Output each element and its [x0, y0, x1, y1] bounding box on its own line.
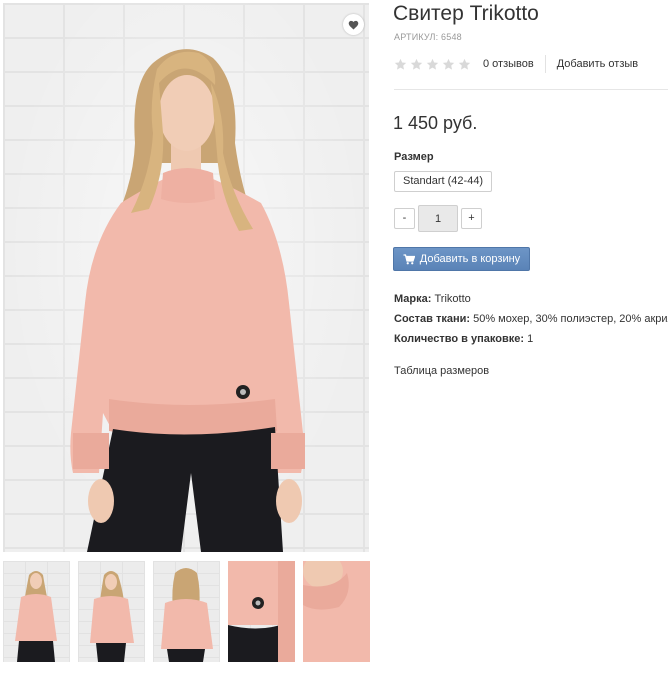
- star-icon: [410, 58, 423, 70]
- product-title: Свитер Trikotto: [393, 2, 539, 25]
- attribute-brand: Марка: Trikotto: [394, 292, 668, 312]
- rating-row: 0 отзывов Добавить отзыв: [394, 55, 638, 73]
- star-icon: [426, 58, 439, 70]
- attribute-label: Состав ткани:: [394, 313, 471, 325]
- attribute-value: 1: [527, 333, 534, 345]
- star-icon: [394, 58, 407, 70]
- reviews-count[interactable]: 0 отзывов: [483, 58, 534, 70]
- attribute-value: Trikotto: [434, 293, 471, 305]
- add-to-cart-button[interactable]: Добавить в корзину: [393, 247, 530, 271]
- thumbnail-strip: [3, 561, 373, 663]
- model-figure: [70, 49, 305, 552]
- thumbnail-4[interactable]: [228, 561, 295, 662]
- star-icon: [458, 58, 471, 70]
- star-icon: [442, 58, 455, 70]
- quantity-stepper: - +: [394, 205, 482, 232]
- attribute-label: Количество в упаковке:: [394, 333, 524, 345]
- section-divider: [394, 89, 668, 90]
- attribute-pack-quantity: Количество в упаковке: 1: [394, 332, 668, 352]
- size-option-button[interactable]: Standart (42-44): [394, 171, 493, 192]
- sku-label: АРТИКУЛ:: [394, 32, 439, 42]
- product-attributes: Марка: Trikotto Состав ткани: 50% мохер,…: [394, 292, 668, 352]
- size-table-link[interactable]: Таблица размеров: [394, 365, 489, 377]
- thumbnail-2[interactable]: [78, 561, 145, 662]
- cart-icon: [403, 253, 415, 264]
- thumbnail-1[interactable]: [3, 561, 70, 662]
- sku-value: 6548: [441, 32, 462, 42]
- attribute-label: Марка:: [394, 293, 432, 305]
- add-to-cart-label: Добавить в корзину: [419, 253, 521, 265]
- attribute-value: 50% мохер, 30% полиэстер, 20% акрил: [473, 313, 668, 325]
- thumbnail-5[interactable]: [303, 561, 370, 662]
- attribute-composition: Состав ткани: 50% мохер, 30% полиэстер, …: [394, 312, 668, 332]
- product-price: 1 450 руб.: [393, 113, 478, 133]
- qty-decrease-button[interactable]: -: [394, 208, 415, 229]
- product-sku: АРТИКУЛ: 6548: [394, 32, 462, 42]
- heart-icon: [348, 20, 359, 30]
- favorite-button[interactable]: [343, 14, 364, 35]
- add-review-link[interactable]: Добавить отзыв: [557, 58, 638, 70]
- main-product-photo[interactable]: [3, 3, 369, 552]
- qty-increase-button[interactable]: +: [461, 208, 482, 229]
- rating-stars[interactable]: [394, 58, 471, 71]
- thumbnail-3[interactable]: [153, 561, 220, 662]
- size-label: Размер: [394, 151, 434, 163]
- rating-divider: [544, 55, 546, 73]
- qty-input[interactable]: [418, 205, 458, 232]
